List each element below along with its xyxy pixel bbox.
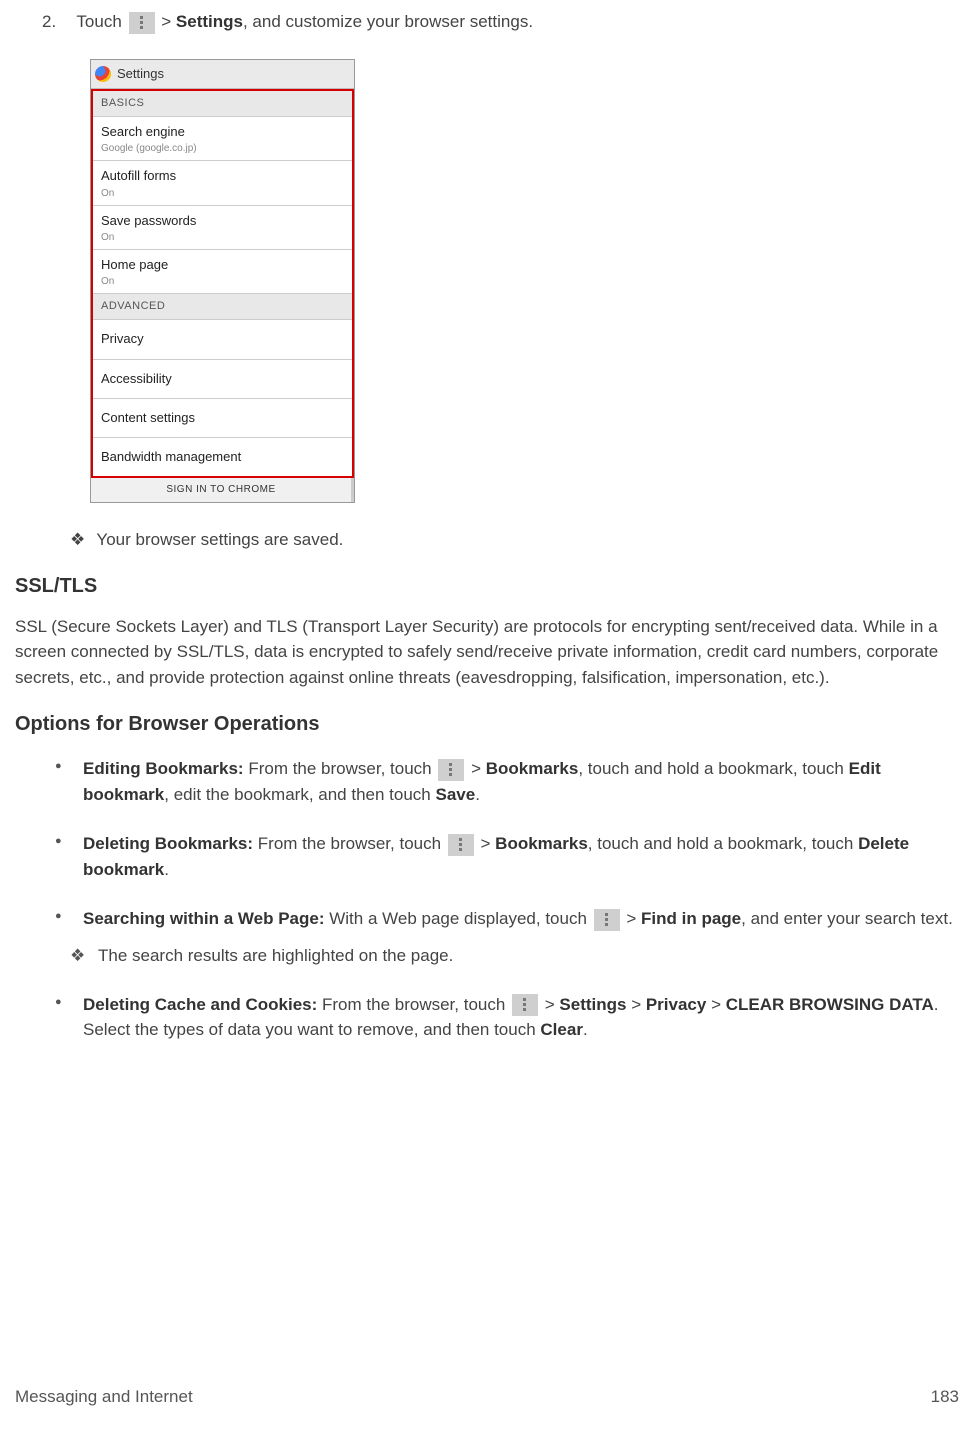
overflow-menu-icon <box>129 12 155 34</box>
search-highlight-note: The search results are highlighted on th… <box>70 944 959 968</box>
setting-search-engine: Search engine Google (google.co.jp) <box>93 117 352 161</box>
basics-header: BASICS <box>93 91 352 117</box>
chrome-settings-screenshot: Settings BASICS Search engine Google (go… <box>90 59 355 503</box>
advanced-header: ADVANCED <box>93 294 352 320</box>
op-editing-bookmarks: Editing Bookmarks: From the browser, tou… <box>55 756 959 807</box>
overflow-menu-icon <box>594 909 620 931</box>
setting-save-passwords: Save passwords On <box>93 206 352 250</box>
setting-privacy: Privacy <box>93 320 352 359</box>
step-settings-bold: Settings <box>176 12 243 31</box>
step-2-line: 2. Touch > Settings, and customize your … <box>42 10 959 34</box>
operations-list-2: Deleting Cache and Cookies: From the bro… <box>55 992 959 1043</box>
diamond-bullet-icon: ❖ <box>70 528 92 552</box>
overflow-menu-icon <box>438 759 464 781</box>
op-searching-page: Searching within a Web Page: With a Web … <box>55 906 959 932</box>
setting-accessibility: Accessibility <box>93 360 352 399</box>
overflow-menu-icon <box>512 994 538 1016</box>
footer-section-title: Messaging and Internet <box>15 1385 193 1409</box>
saved-note-line: ❖ Your browser settings are saved. <box>70 528 959 552</box>
sign-in-bar: SIGN IN TO CHROME <box>91 478 354 502</box>
footer-page-number: 183 <box>931 1385 959 1409</box>
ssl-tls-heading: SSL/TLS <box>15 572 959 600</box>
op-deleting-bookmarks: Deleting Bookmarks: From the browser, to… <box>55 831 959 882</box>
step-text-pre: Touch <box>76 12 126 31</box>
step-number: 2. <box>42 10 72 34</box>
page-footer: Messaging and Internet 183 <box>15 1385 959 1409</box>
setting-autofill: Autofill forms On <box>93 161 352 205</box>
setting-content: Content settings <box>93 399 352 438</box>
ssl-tls-paragraph: SSL (Secure Sockets Layer) and TLS (Tran… <box>15 614 959 691</box>
step-rest: , and customize your browser settings. <box>243 12 533 31</box>
screenshot-header: Settings <box>91 60 354 89</box>
step-gt: > <box>161 12 176 31</box>
saved-note-text: Your browser settings are saved. <box>96 530 343 549</box>
browser-ops-heading: Options for Browser Operations <box>15 710 959 738</box>
screenshot-title: Settings <box>117 65 164 83</box>
overflow-menu-icon <box>448 834 474 856</box>
setting-home-page: Home page On <box>93 250 352 294</box>
op-deleting-cache: Deleting Cache and Cookies: From the bro… <box>55 992 959 1043</box>
setting-bandwidth: Bandwidth management <box>93 438 352 476</box>
operations-list: Editing Bookmarks: From the browser, tou… <box>55 756 959 932</box>
screenshot-body-highlighted: BASICS Search engine Google (google.co.j… <box>91 89 354 478</box>
chrome-logo-icon <box>95 66 111 82</box>
